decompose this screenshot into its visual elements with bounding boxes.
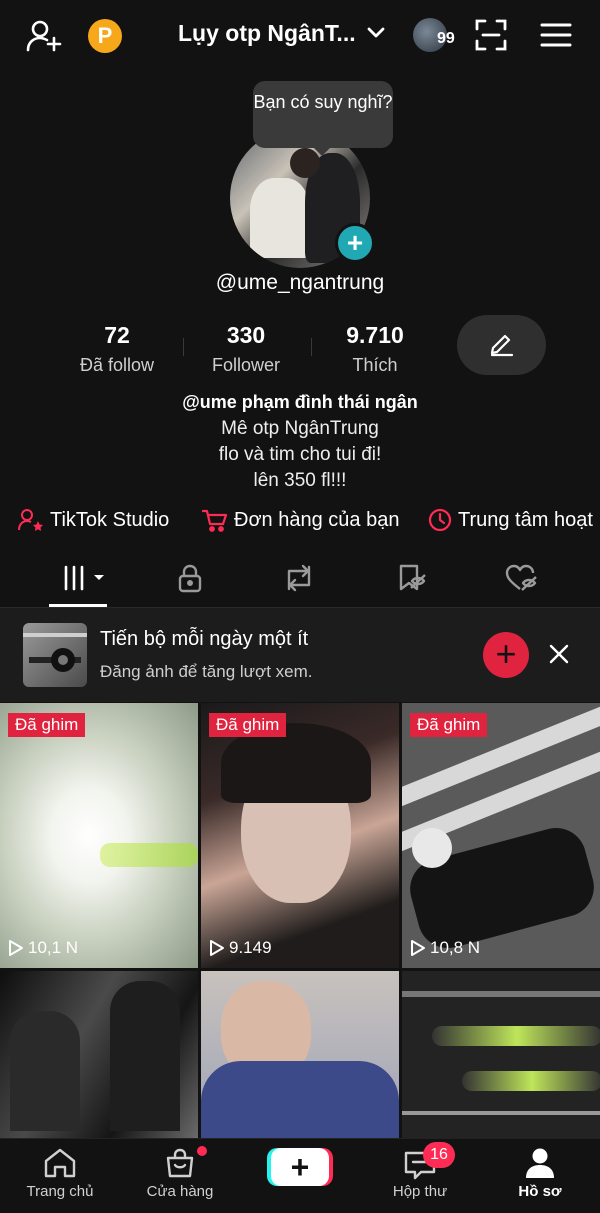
bio-line: flo và tim cho tui đi! (218, 444, 382, 465)
stat-label: Follower (211, 355, 281, 375)
promo-subtitle: Đăng ảnh để tăng lượt xem. (100, 662, 313, 681)
content-tabs (0, 555, 600, 608)
video-thumbnail[interactable] (402, 971, 600, 1138)
stat-followers[interactable]: 330 Follower (196, 322, 296, 376)
link-label: TikTok Studio (50, 508, 170, 531)
chevron-down-icon[interactable] (366, 26, 386, 40)
username: @ume_ngantrung (215, 271, 385, 294)
stat-value: 9.710 (346, 322, 404, 348)
promo-add-button[interactable]: + (483, 632, 529, 678)
play-icon (411, 940, 425, 956)
video-thumbnail[interactable]: Đã ghim 9.149 (201, 703, 399, 968)
top-bar: P Lụy otp NgânT... 99 (0, 0, 600, 72)
shop-notification-dot (197, 1146, 207, 1156)
video-thumbnail[interactable]: Đã ghim 10,8 N (402, 703, 600, 968)
clock-icon (428, 508, 452, 532)
edit-profile-button[interactable] (457, 315, 546, 375)
activity-center-link[interactable]: Trung tâm hoạt (428, 508, 593, 532)
hidden-favorites-icon[interactable] (397, 563, 427, 593)
view-count: 9.149 (209, 938, 272, 958)
account-switcher-title[interactable]: Lụy otp NgânT... (178, 20, 356, 47)
stat-likes[interactable]: 9.710 Thích (325, 322, 425, 376)
stat-label: Thích (352, 355, 398, 375)
lock-icon[interactable] (177, 563, 203, 593)
view-count: 10,1 N (8, 938, 78, 958)
orders-link[interactable]: Đơn hàng của bạn (202, 508, 399, 532)
nav-label: Trang chủ (26, 1183, 94, 1200)
menu-icon[interactable] (540, 22, 572, 48)
pencil-icon (489, 333, 515, 357)
repost-icon[interactable] (283, 563, 315, 593)
video-thumbnail[interactable] (201, 971, 399, 1138)
plus-icon: + (290, 1149, 310, 1185)
person-star-icon (18, 508, 44, 532)
link-label: Đơn hàng của bạn (234, 508, 400, 531)
play-icon (210, 940, 224, 956)
person-icon (525, 1147, 555, 1179)
shopping-bag-icon (164, 1147, 196, 1179)
promo-thumbnail (23, 623, 87, 687)
stat-divider (183, 338, 184, 356)
promo-title: Tiến bộ mỗi ngày một ít (100, 628, 309, 650)
view-count: 10,8 N (410, 938, 480, 958)
video-thumbnail[interactable]: Đã ghim 10,1 N (0, 703, 198, 968)
pinned-badge: Đã ghim (209, 713, 287, 737)
bio-name: @ume phạm đình thái ngân (182, 392, 418, 412)
bio-line: lên 350 fl!!! (253, 470, 347, 491)
pinned-badge: Đã ghim (8, 713, 86, 737)
friends-count: 99 (437, 30, 455, 47)
nav-label: Cửa hàng (146, 1183, 214, 1200)
stat-value: 330 (226, 322, 266, 348)
video-thumbnail[interactable] (0, 971, 198, 1138)
tiktok-studio-link[interactable]: TikTok Studio (18, 508, 169, 532)
add-story-plus-icon[interactable]: + (335, 223, 375, 263)
cart-icon (202, 508, 228, 532)
close-icon[interactable] (546, 641, 572, 667)
stat-value: 72 (104, 322, 130, 348)
person-plus-icon[interactable] (26, 18, 62, 54)
coin-icon[interactable]: P (88, 19, 122, 53)
nav-label: Hồ sơ (518, 1183, 562, 1200)
scan-icon[interactable] (474, 18, 508, 52)
stat-label: Đã follow (79, 355, 155, 375)
link-label: Trung tâm hoạt (458, 508, 593, 531)
hidden-likes-icon[interactable] (505, 563, 539, 593)
play-icon (9, 940, 23, 956)
grid-videos-tab-icon[interactable] (62, 565, 106, 591)
nav-label: Hộp thư (392, 1183, 448, 1200)
create-button[interactable]: + (271, 1148, 329, 1186)
pinned-badge: Đã ghim (410, 713, 488, 737)
home-icon (43, 1147, 77, 1179)
stat-following[interactable]: 72 Đã follow (67, 322, 167, 376)
inbox-badge: 16 (423, 1142, 455, 1168)
thought-tooltip[interactable]: Bạn có suy nghĩ? (253, 81, 393, 156)
stat-divider (311, 338, 312, 356)
bio-line: Mê otp NgânTrung (221, 418, 379, 439)
active-tab-indicator (49, 604, 107, 607)
